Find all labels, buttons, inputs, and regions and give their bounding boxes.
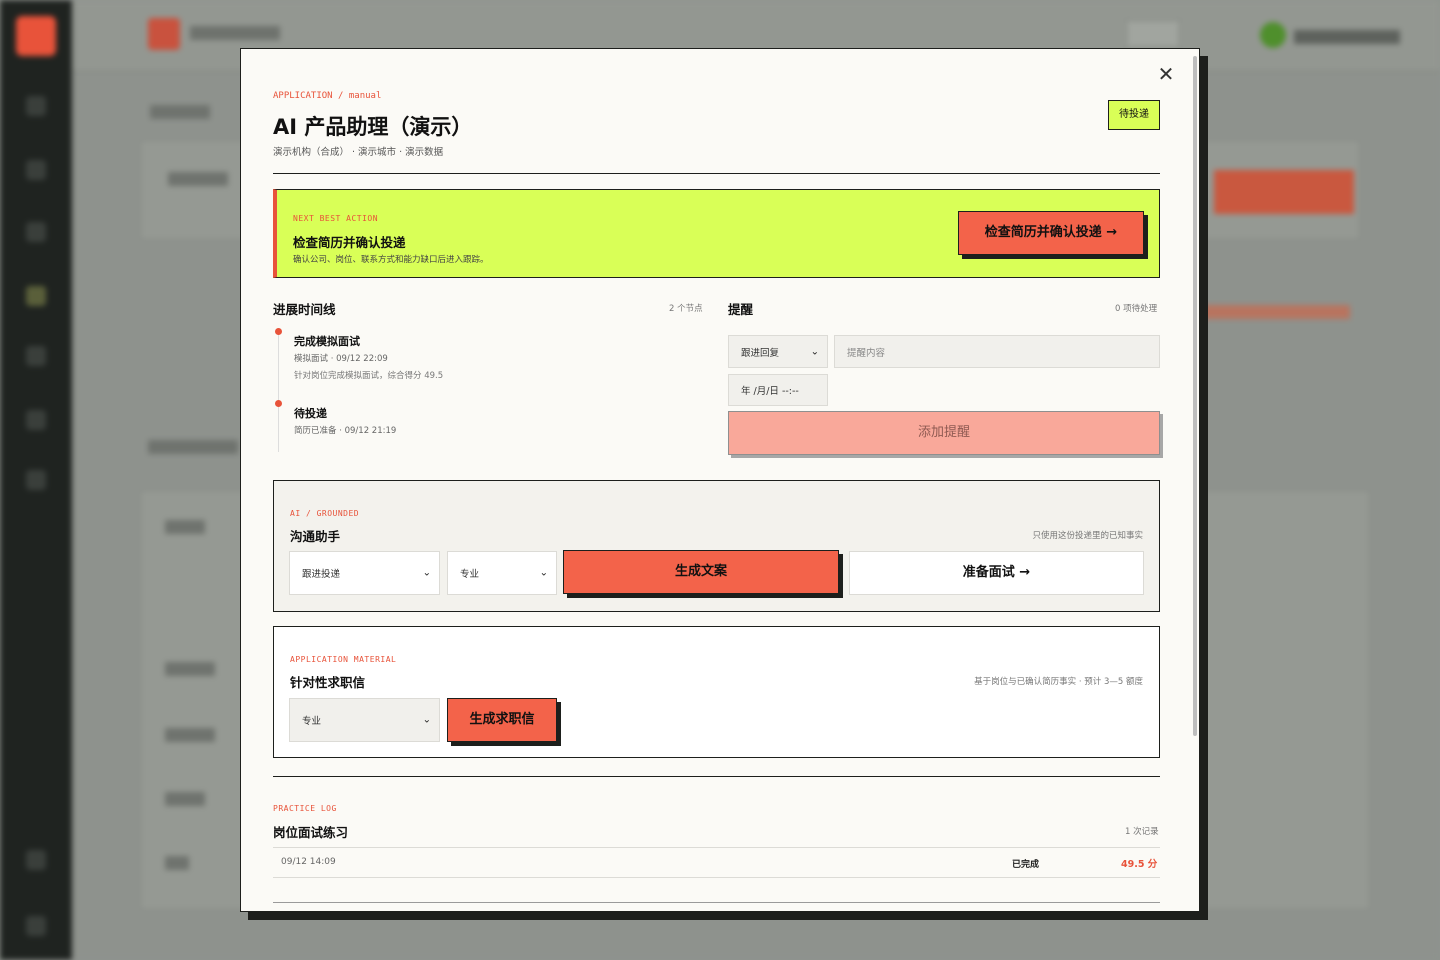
- tone-select[interactable]: 专业 ⌄: [447, 551, 557, 595]
- nav-icon: [26, 346, 46, 366]
- prepare-interview-button[interactable]: 准备面试 →: [849, 551, 1144, 595]
- app-logo: [16, 16, 56, 56]
- timeline-count: 2 个节点: [669, 304, 703, 314]
- reminder-content-placeholder: 提醒内容: [847, 347, 886, 359]
- timeline-line: [278, 334, 279, 452]
- timeline-title: 进展时间线: [273, 302, 336, 317]
- assistant-note: 只使用这份投递里的已知事实: [1032, 531, 1143, 541]
- cover-letter-note: 基于岗位与已确认简历事实 · 预计 3—5 额度: [974, 677, 1143, 687]
- confirm-submission-button[interactable]: 检查简历并确认投递 →: [958, 211, 1144, 255]
- timeline-item-title: 待投递: [294, 407, 327, 420]
- background-text: [165, 728, 215, 742]
- nav-icon: [26, 470, 46, 490]
- generate-cover-letter-button[interactable]: 生成求职信: [447, 698, 557, 742]
- nav-icon: [26, 96, 46, 116]
- breadcrumb-separator: /: [338, 91, 344, 101]
- practice-score: 49.5 分: [1121, 859, 1158, 870]
- divider: [273, 776, 1160, 777]
- timeline-item-meta: 模拟面试 · 09/12 22:09: [294, 354, 388, 364]
- breadcrumb-section: APPLICATION: [273, 91, 333, 101]
- avatar: [1260, 22, 1286, 48]
- nav-icon: [26, 160, 46, 180]
- background-text: [168, 172, 228, 186]
- chevron-down-icon: ⌄: [810, 346, 819, 357]
- chevron-down-icon: ⌄: [422, 567, 431, 579]
- timeline-item-title: 完成模拟面试: [294, 335, 360, 348]
- background-text: [165, 856, 189, 870]
- background-text: [165, 520, 205, 534]
- close-icon[interactable]: ✕: [1155, 63, 1177, 85]
- reminder-content-input[interactable]: 提醒内容: [834, 335, 1160, 368]
- background-text: [148, 440, 238, 454]
- divider: [273, 877, 1160, 878]
- practice-log-kicker: PRACTICE LOG: [273, 804, 337, 813]
- brand-mark: [148, 18, 180, 50]
- background-accent-line: [1200, 305, 1350, 319]
- practice-status: 已完成: [1012, 860, 1040, 870]
- timeline-dot: [275, 400, 282, 407]
- scenario-select[interactable]: 跟进投递 ⌄: [289, 551, 440, 595]
- page-subtitle: 演示机构（合成） · 演示城市 · 演示数据: [273, 147, 444, 158]
- background-text: [150, 105, 210, 119]
- reminder-date-input[interactable]: 年 /月/日 --:--: [728, 374, 828, 406]
- practice-log-title: 岗位面试练习: [273, 825, 349, 840]
- topbar-button: [1126, 20, 1180, 48]
- practice-time: 09/12 14:09: [281, 857, 336, 867]
- reminder-type-select[interactable]: 跟进回复 ⌄: [728, 335, 828, 368]
- next-action-kicker: NEXT BEST ACTION: [293, 214, 379, 223]
- divider: [273, 847, 1160, 848]
- divider: [273, 902, 1160, 903]
- cover-letter-title: 针对性求职信: [290, 675, 366, 690]
- brand-name: [190, 26, 280, 40]
- nav-icon: [26, 850, 46, 870]
- cover-letter-tone-select[interactable]: 专业 ⌄: [289, 698, 440, 742]
- reminders-title: 提醒: [728, 302, 754, 317]
- background-sidebar: [0, 0, 72, 960]
- scenario-value: 跟进投递: [302, 569, 341, 580]
- practice-log-count: 1 次记录: [1125, 827, 1159, 837]
- status-badge[interactable]: 待投递: [1108, 100, 1160, 130]
- assistant-title: 沟通助手: [290, 529, 341, 544]
- nav-icon: [26, 916, 46, 936]
- page-title: AI 产品助理（演示）: [273, 115, 473, 139]
- assistant-kicker: AI / GROUNDED: [290, 509, 360, 518]
- nav-icon: [26, 222, 46, 242]
- generate-copy-button[interactable]: 生成文案: [563, 550, 839, 594]
- chevron-down-icon: ⌄: [422, 714, 431, 726]
- cover-letter-kicker: APPLICATION MATERIAL: [290, 655, 397, 664]
- add-reminder-button[interactable]: 添加提醒: [728, 411, 1160, 455]
- breadcrumb-source: manual: [348, 91, 382, 101]
- nav-icon: [26, 286, 46, 306]
- application-detail-modal: ✕ APPLICATION / manual AI 产品助理（演示） 演示机构（…: [240, 48, 1200, 912]
- cover-letter-tone-value: 专业: [302, 716, 322, 727]
- background-accent-button: [1214, 170, 1354, 214]
- background-text: [165, 662, 215, 676]
- reminders-count: 0 项待处理: [1115, 304, 1158, 314]
- tone-value: 专业: [460, 569, 480, 580]
- divider: [273, 173, 1160, 174]
- reminder-type-value: 跟进回复: [741, 347, 780, 359]
- reminder-date-placeholder: 年 /月/日 --:--: [741, 386, 799, 397]
- next-action-title: 检查简历并确认投递: [293, 235, 406, 250]
- timeline-dot: [275, 328, 282, 335]
- background-text: [165, 792, 205, 806]
- scrollbar[interactable]: [1193, 56, 1197, 736]
- timeline-item-meta: 简历已准备 · 09/12 21:19: [294, 426, 397, 436]
- nav-icon: [26, 410, 46, 430]
- chevron-down-icon: ⌄: [539, 567, 548, 579]
- timeline-item-description: 针对岗位完成模拟面试，综合得分 49.5: [294, 371, 444, 381]
- next-action-description: 确认公司、岗位、联系方式和能力缺口后进入跟踪。: [293, 255, 489, 265]
- breadcrumb: APPLICATION / manual: [273, 91, 381, 101]
- user-name: [1294, 30, 1400, 44]
